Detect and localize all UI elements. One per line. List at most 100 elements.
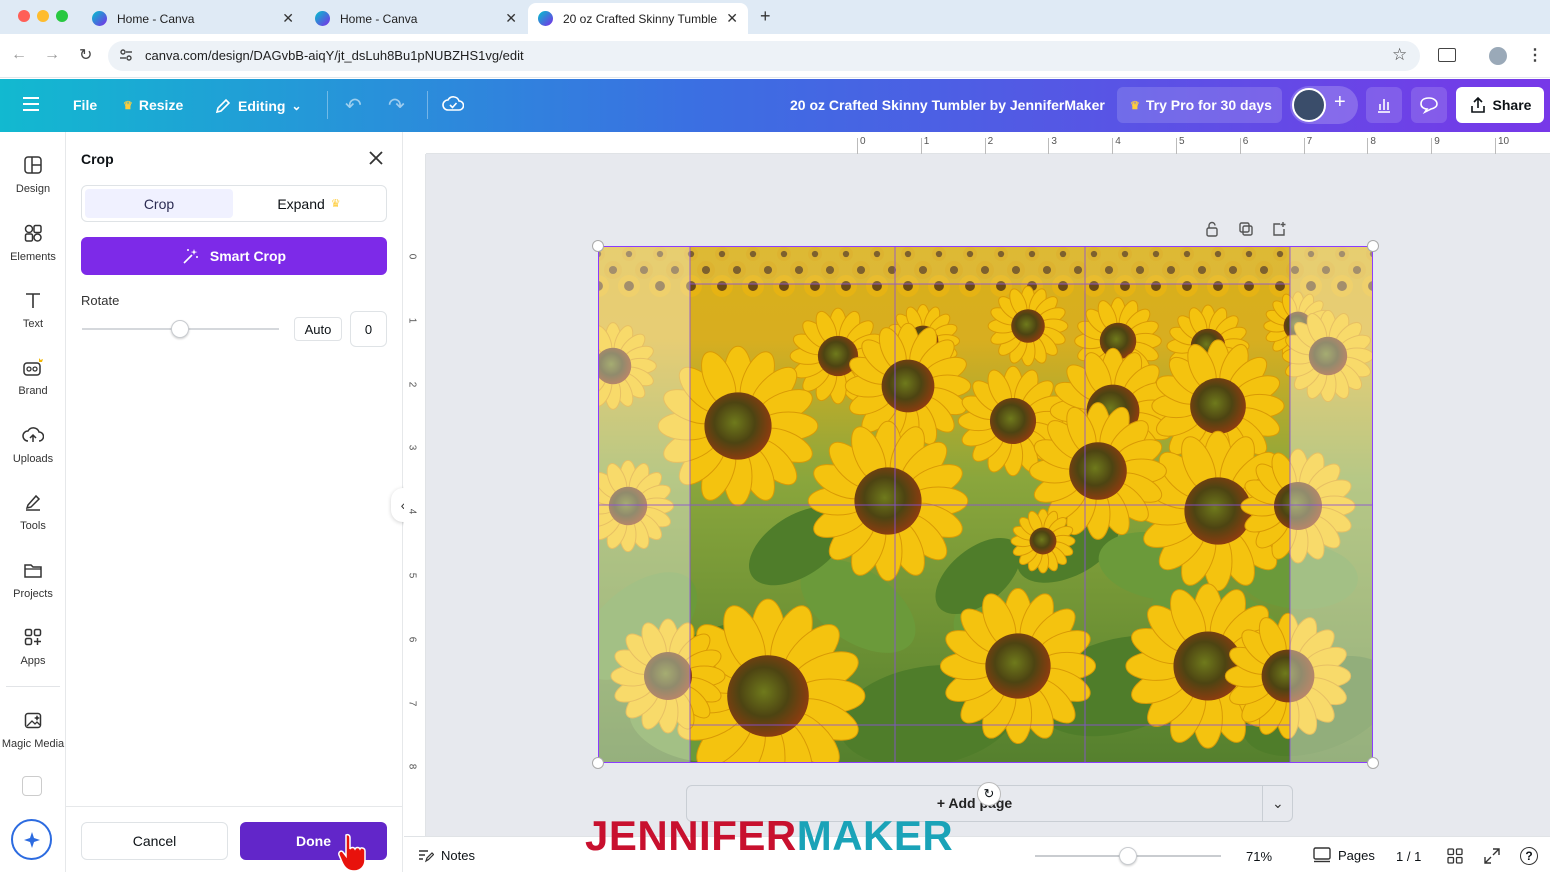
close-panel-icon[interactable] — [369, 151, 383, 165]
duplicate-icon[interactable] — [1238, 221, 1254, 237]
rail-label: Apps — [20, 655, 46, 667]
close-tab-icon[interactable]: ✕ — [282, 10, 294, 27]
ruler-tick-label: 3 — [1051, 136, 1057, 147]
comments-button[interactable] — [1411, 87, 1447, 123]
browser-tab-active[interactable]: 20 oz Crafted Skinny Tumbler ✕ — [528, 3, 748, 34]
bookmark-star-icon[interactable]: ☆ — [1392, 45, 1407, 65]
back-icon[interactable]: ← — [11, 46, 27, 64]
ruler-tick — [1431, 138, 1433, 154]
editing-mode-button[interactable]: Editing ⌄ — [214, 97, 302, 115]
grid-view-icon[interactable] — [1447, 848, 1463, 864]
add-to-page-icon[interactable] — [1271, 221, 1287, 237]
ruler-tick — [1112, 138, 1114, 154]
rotate-auto-label: Auto — [304, 321, 332, 337]
hamburger-menu-icon[interactable] — [23, 97, 39, 111]
rotate-degrees-input[interactable]: 0 — [350, 311, 387, 347]
rail-item-projects[interactable]: Projects — [0, 558, 66, 600]
url-text[interactable]: canva.com/design/DAGvbB-aiqY/jt_dsLuh8Bu… — [145, 48, 524, 63]
resize-handle[interactable] — [592, 757, 604, 769]
more-apps-icon[interactable] — [22, 776, 42, 796]
browser-menu-icon[interactable]: ⋮ — [1527, 45, 1543, 65]
rotate-slider-thumb[interactable] — [171, 320, 189, 338]
cancel-button[interactable]: Cancel — [81, 822, 228, 860]
rail-item-design[interactable]: Design — [0, 153, 66, 195]
profile-avatar-icon[interactable] — [1489, 47, 1507, 65]
ruler-tick-label: 6 — [406, 636, 418, 643]
ruler-tick — [1303, 138, 1305, 154]
tab-crop[interactable]: Crop — [85, 189, 233, 218]
rail-item-uploads[interactable]: Uploads — [0, 423, 66, 465]
browser-tab[interactable]: Home - Canva ✕ — [305, 3, 527, 34]
ruler-tick-label: 0 — [860, 136, 866, 147]
rail-item-magic-media[interactable]: Magic Media — [0, 708, 66, 750]
lock-icon[interactable] — [1204, 221, 1220, 237]
comment-icon — [1419, 96, 1439, 114]
cancel-label: Cancel — [132, 833, 177, 849]
folder-icon — [23, 558, 43, 582]
user-avatar[interactable] — [1292, 88, 1326, 122]
zoom-level[interactable]: 71% — [1246, 849, 1272, 864]
reload-icon[interactable]: ↻ — [79, 45, 92, 65]
file-label: File — [73, 97, 98, 113]
undo-icon[interactable]: ↶ — [345, 93, 362, 118]
rail-item-text[interactable]: Text — [0, 288, 66, 330]
share-label: Share — [1492, 97, 1532, 113]
site-settings-icon[interactable] — [119, 48, 133, 62]
magic-assistant-button[interactable] — [11, 819, 52, 860]
resize-handle[interactable] — [1367, 757, 1379, 769]
help-icon[interactable]: ? — [1520, 847, 1538, 865]
cloud-saved-icon[interactable] — [442, 95, 464, 113]
ruler-tick-label: 5 — [406, 572, 418, 579]
selection-frame[interactable] — [598, 246, 1373, 763]
ruler-tick — [1495, 138, 1496, 154]
resize-handle[interactable] — [592, 240, 604, 252]
forward-icon[interactable]: → — [44, 46, 60, 64]
ruler-tick — [984, 138, 986, 154]
cast-icon[interactable] — [1438, 48, 1456, 62]
pages-button[interactable]: Pages — [1313, 847, 1375, 863]
shapes-icon — [23, 221, 43, 245]
rail-label: Design — [15, 183, 51, 195]
chevron-down-icon[interactable]: ⌄ — [1272, 795, 1284, 812]
browser-tab-bar: Home - Canva ✕ Home - Canva ✕ 20 oz Craf… — [0, 0, 1550, 34]
notes-button[interactable]: Notes — [418, 848, 475, 863]
ruler-corner — [404, 132, 426, 154]
smart-crop-button[interactable]: Smart Crop — [81, 237, 387, 275]
browser-tab[interactable]: Home - Canva ✕ — [82, 3, 304, 34]
document-title[interactable]: 20 oz Crafted Skinny Tumbler by Jennifer… — [790, 97, 1105, 113]
rail-item-elements[interactable]: Elements — [0, 221, 66, 263]
resize-button[interactable]: ♛ Resize — [123, 97, 183, 113]
ruler-tick-label: 5 — [1179, 136, 1185, 147]
notes-label: Notes — [441, 848, 475, 863]
new-tab-icon[interactable]: + — [760, 6, 771, 27]
rail-item-apps[interactable]: Apps — [0, 625, 66, 667]
rail-label: Brand — [18, 385, 48, 397]
close-tab-icon[interactable]: ✕ — [726, 10, 738, 27]
zoom-slider-thumb[interactable] — [1119, 847, 1137, 865]
share-button[interactable]: Share — [1456, 87, 1544, 123]
add-collaborator-icon[interactable]: + — [1334, 91, 1346, 114]
insights-button[interactable] — [1366, 87, 1402, 123]
minimize-window-button[interactable] — [37, 10, 49, 22]
crown-icon: ♛ — [123, 99, 133, 112]
ruler-tick — [1239, 138, 1241, 154]
rail-item-tools[interactable]: Tools — [0, 490, 66, 532]
rail-item-brand[interactable]: Brand — [0, 355, 66, 397]
tab-expand[interactable]: Expand ♛ — [235, 189, 383, 218]
pencil-icon — [214, 97, 232, 115]
file-menu-button[interactable]: File — [73, 97, 97, 113]
collaborators-group[interactable]: + — [1290, 86, 1358, 124]
maximize-window-button[interactable] — [56, 10, 68, 22]
fullscreen-icon[interactable] — [1484, 848, 1500, 864]
ruler-tick-label: 7 — [1306, 136, 1313, 147]
close-window-button[interactable] — [18, 10, 30, 22]
rotate-auto-button[interactable]: Auto — [294, 317, 342, 341]
resize-handle[interactable] — [1367, 240, 1379, 252]
close-tab-icon[interactable]: ✕ — [505, 10, 517, 27]
tab-title: Home - Canva — [117, 11, 195, 26]
hand-cursor-icon — [338, 833, 374, 872]
redo-icon[interactable]: ↷ — [388, 93, 405, 118]
ruler-tick-label: 0 — [406, 253, 418, 260]
rail-label: Text — [22, 318, 44, 330]
rotate-handle-icon[interactable]: ↻ — [977, 782, 1001, 806]
